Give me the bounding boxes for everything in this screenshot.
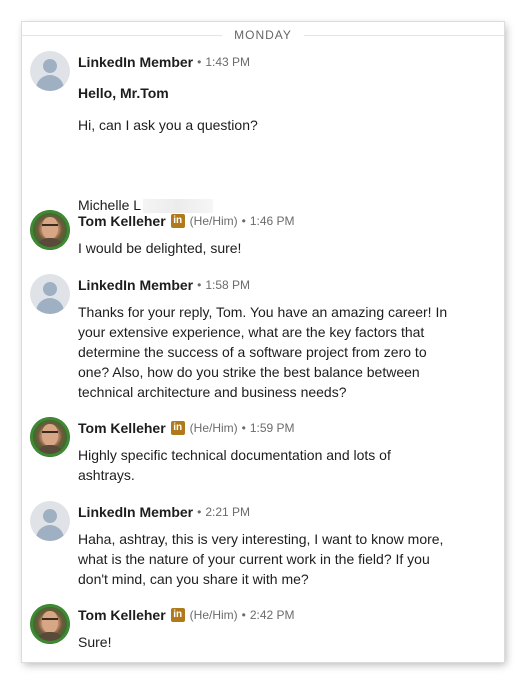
message-group: LinkedIn Member • 2:21 PM Haha, ashtray,… [22,501,504,591]
sender-name[interactable]: Tom Kelleher [78,213,166,229]
message-text: Sure! [78,634,112,650]
day-divider: MONDAY [22,28,504,42]
message-text: one? Also, how do you strike the best ba… [78,364,420,380]
message-time: 2:21 PM [205,505,251,519]
separator-dot: • [241,608,246,622]
divider-line-right [303,34,504,36]
message-header: LinkedIn Member • 2:21 PM [78,503,250,521]
message-group: Tom Kelleher in (He/Him) • 2:42 PM Sure! [22,604,504,654]
message-text: Thanks for your reply, Tom. You have an … [78,304,448,320]
message-group: LinkedIn Member • 1:43 PM Hello, Mr.Tom … [22,51,504,214]
linkedin-badge-icon: in [170,214,185,228]
separator-dot: • [197,55,202,69]
tom-avatar[interactable] [30,604,70,644]
pronoun-label: (He/Him) [189,214,238,228]
message-time: 1:59 PM [249,421,295,435]
message-header: Tom Kelleher in (He/Him) • 1:59 PM [78,419,295,437]
message-text: technical architecture and business need… [78,384,347,400]
message-header: LinkedIn Member • 1:43 PM [78,53,250,71]
message-text: what is the nature of your current work … [78,551,430,567]
message-group: Tom Kelleher in (He/Him) • 1:46 PM I wou… [22,210,504,260]
message-header: Tom Kelleher in (He/Him) • 1:46 PM [78,212,295,230]
tom-avatar[interactable] [30,210,70,250]
linkedin-badge-icon: in [170,421,185,435]
message-group: LinkedIn Member • 1:58 PM Thanks for you… [22,274,504,404]
sender-name[interactable]: Tom Kelleher [78,607,166,623]
message-header: Tom Kelleher in (He/Him) • 2:42 PM [78,606,295,624]
divider-line-left [22,34,223,36]
sender-name[interactable]: LinkedIn Member [78,277,193,293]
tom-avatar[interactable] [30,417,70,457]
message-time: 1:46 PM [249,214,295,228]
message-text: Haha, ashtray, this is very interesting,… [78,531,444,547]
message-text: Highly specific technical documentation … [78,447,391,463]
separator-dot: • [197,505,202,519]
message-text: Hi, can I ask you a question? [78,117,258,133]
sender-name[interactable]: Tom Kelleher [78,420,166,436]
message-time: 1:58 PM [205,278,251,292]
message-group: Tom Kelleher in (He/Him) • 1:59 PM Highl… [22,417,504,487]
message-text: don't mind, can you share it with me? [78,571,309,587]
message-text: determine the success of a software proj… [78,344,427,360]
message-time: 2:42 PM [249,608,295,622]
sender-name[interactable]: LinkedIn Member [78,54,193,70]
separator-dot: • [197,278,202,292]
message-text: Hello, Mr.Tom [78,85,169,101]
message-text: your extensive experience, what are the … [78,324,425,340]
member-avatar-icon[interactable] [30,51,70,91]
message-text: I would be delighted, sure! [78,240,242,256]
member-avatar-icon[interactable] [30,501,70,541]
pronoun-label: (He/Him) [189,608,238,622]
separator-dot: • [241,214,246,228]
message-header: LinkedIn Member • 1:58 PM [78,276,250,294]
linkedin-badge-icon: in [170,608,185,622]
message-text: ashtrays. [78,467,135,483]
pronoun-label: (He/Him) [189,421,238,435]
message-time: 1:43 PM [205,55,251,69]
sender-name[interactable]: LinkedIn Member [78,504,193,520]
day-label: MONDAY [234,28,292,42]
separator-dot: • [241,421,246,435]
member-avatar-icon[interactable] [30,274,70,314]
conversation-panel: MONDAY LinkedIn Member • 1:43 PM Hello, … [22,22,504,662]
